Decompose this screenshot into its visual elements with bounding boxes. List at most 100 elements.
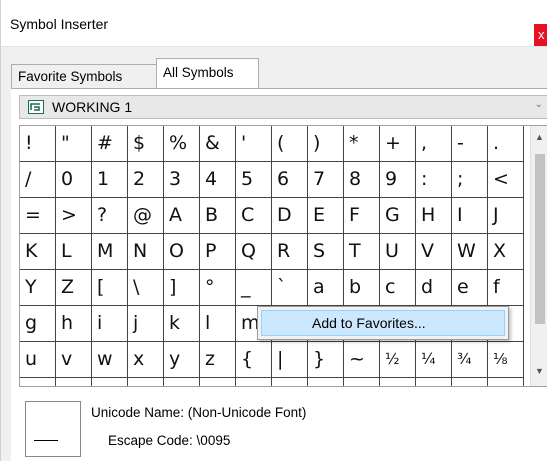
symbol-cell[interactable]: x <box>128 342 164 378</box>
symbol-cell[interactable]: u <box>20 342 56 378</box>
symbol-cell[interactable] <box>92 378 128 386</box>
symbol-cell[interactable] <box>200 378 236 386</box>
symbol-cell[interactable]: 9 <box>380 162 416 198</box>
symbol-cell[interactable]: j <box>128 306 164 342</box>
scroll-down-arrow-icon[interactable]: ▼ <box>535 366 544 376</box>
symbol-cell[interactable]: D <box>272 198 308 234</box>
symbol-cell[interactable]: < <box>488 162 524 198</box>
symbol-cell[interactable] <box>164 378 200 386</box>
symbol-cell[interactable]: + <box>380 126 416 162</box>
symbol-cell[interactable]: ½ <box>380 342 416 378</box>
symbol-cell[interactable] <box>416 378 452 386</box>
symbol-cell[interactable]: F <box>344 198 380 234</box>
symbol-cell[interactable]: L <box>56 234 92 270</box>
symbol-cell[interactable]: ; <box>452 162 488 198</box>
symbol-cell[interactable]: " <box>56 126 92 162</box>
symbol-cell[interactable]: f <box>488 270 524 306</box>
symbol-cell[interactable]: G <box>380 198 416 234</box>
symbol-cell[interactable]: k <box>164 306 200 342</box>
symbol-cell[interactable]: ° <box>200 270 236 306</box>
symbol-cell[interactable]: P <box>200 234 236 270</box>
symbol-cell[interactable]: l <box>200 306 236 342</box>
symbol-cell[interactable]: ] <box>164 270 200 306</box>
symbol-cell[interactable]: 7 <box>308 162 344 198</box>
symbol-cell[interactable]: 3 <box>164 162 200 198</box>
symbol-cell[interactable]: ¾ <box>452 342 488 378</box>
symbol-cell[interactable]: ( <box>272 126 308 162</box>
symbol-cell[interactable]: h <box>56 306 92 342</box>
symbol-cell[interactable]: 5 <box>236 162 272 198</box>
scrollbar-thumb[interactable] <box>535 154 545 324</box>
symbol-cell[interactable]: } <box>308 342 344 378</box>
symbol-cell[interactable]: = <box>20 198 56 234</box>
symbol-cell[interactable] <box>20 378 56 386</box>
symbol-cell[interactable]: c <box>380 270 416 306</box>
symbol-cell[interactable]: . <box>488 126 524 162</box>
symbol-cell[interactable]: 2 <box>128 162 164 198</box>
close-button[interactable]: x <box>534 24 547 46</box>
symbol-cell[interactable]: v <box>56 342 92 378</box>
symbol-cell[interactable] <box>488 378 524 386</box>
symbol-cell[interactable] <box>308 378 344 386</box>
symbol-cell[interactable]: ` <box>272 270 308 306</box>
symbol-cell[interactable]: > <box>56 198 92 234</box>
symbol-cell[interactable]: g <box>20 306 56 342</box>
symbol-cell[interactable]: % <box>164 126 200 162</box>
add-to-favorites-menu-item[interactable]: Add to Favorites... <box>261 310 505 336</box>
symbol-cell[interactable]: V <box>416 234 452 270</box>
symbol-cell[interactable]: B <box>200 198 236 234</box>
symbol-cell[interactable] <box>344 378 380 386</box>
symbol-cell[interactable]: _ <box>236 270 272 306</box>
symbol-cell[interactable]: I <box>452 198 488 234</box>
symbol-cell[interactable]: ' <box>236 126 272 162</box>
symbol-cell[interactable]: A <box>164 198 200 234</box>
symbol-cell[interactable]: \ <box>128 270 164 306</box>
symbol-cell[interactable]: J <box>488 198 524 234</box>
symbol-cell[interactable]: d <box>416 270 452 306</box>
symbol-cell[interactable]: 6 <box>272 162 308 198</box>
vertical-scrollbar[interactable]: ▲ ▼ <box>530 126 547 386</box>
symbol-cell[interactable]: ) <box>308 126 344 162</box>
symbol-cell[interactable]: [ <box>92 270 128 306</box>
symbol-cell[interactable]: ~ <box>344 342 380 378</box>
font-dropdown[interactable]: WORKING 1 ⌄ <box>19 95 547 119</box>
symbol-cell[interactable]: C <box>236 198 272 234</box>
symbol-cell[interactable]: @ <box>128 198 164 234</box>
symbol-cell[interactable]: ⅛ <box>488 342 524 378</box>
symbol-cell[interactable]: Z <box>56 270 92 306</box>
symbol-cell[interactable]: z <box>200 342 236 378</box>
symbol-cell[interactable]: K <box>20 234 56 270</box>
symbol-cell[interactable] <box>56 378 92 386</box>
symbol-cell[interactable]: : <box>416 162 452 198</box>
symbol-cell[interactable]: # <box>92 126 128 162</box>
symbol-cell[interactable]: X <box>488 234 524 270</box>
symbol-cell[interactable] <box>272 378 308 386</box>
symbol-cell[interactable]: H <box>416 198 452 234</box>
symbol-cell[interactable]: / <box>20 162 56 198</box>
symbol-cell[interactable]: M <box>92 234 128 270</box>
symbol-cell[interactable]: ? <box>92 198 128 234</box>
symbol-cell[interactable]: ! <box>20 126 56 162</box>
symbol-cell[interactable] <box>236 378 272 386</box>
tab-favorite-symbols[interactable]: Favorite Symbols <box>11 64 157 88</box>
symbol-cell[interactable]: { <box>236 342 272 378</box>
symbol-cell[interactable]: O <box>164 234 200 270</box>
symbol-cell[interactable]: R <box>272 234 308 270</box>
symbol-cell[interactable]: & <box>200 126 236 162</box>
symbol-cell[interactable] <box>128 378 164 386</box>
symbol-cell[interactable]: a <box>308 270 344 306</box>
symbol-cell[interactable]: 8 <box>344 162 380 198</box>
symbol-cell[interactable]: 0 <box>56 162 92 198</box>
symbol-cell[interactable] <box>380 378 416 386</box>
symbol-cell[interactable]: T <box>344 234 380 270</box>
symbol-cell[interactable]: 1 <box>92 162 128 198</box>
symbol-cell[interactable]: , <box>416 126 452 162</box>
symbol-cell[interactable]: $ <box>128 126 164 162</box>
scroll-up-arrow-icon[interactable]: ▲ <box>535 132 544 142</box>
symbol-cell[interactable]: w <box>92 342 128 378</box>
symbol-cell[interactable]: N <box>128 234 164 270</box>
symbol-cell[interactable]: - <box>452 126 488 162</box>
symbol-cell[interactable] <box>452 378 488 386</box>
symbol-cell[interactable]: U <box>380 234 416 270</box>
symbol-cell[interactable]: E <box>308 198 344 234</box>
